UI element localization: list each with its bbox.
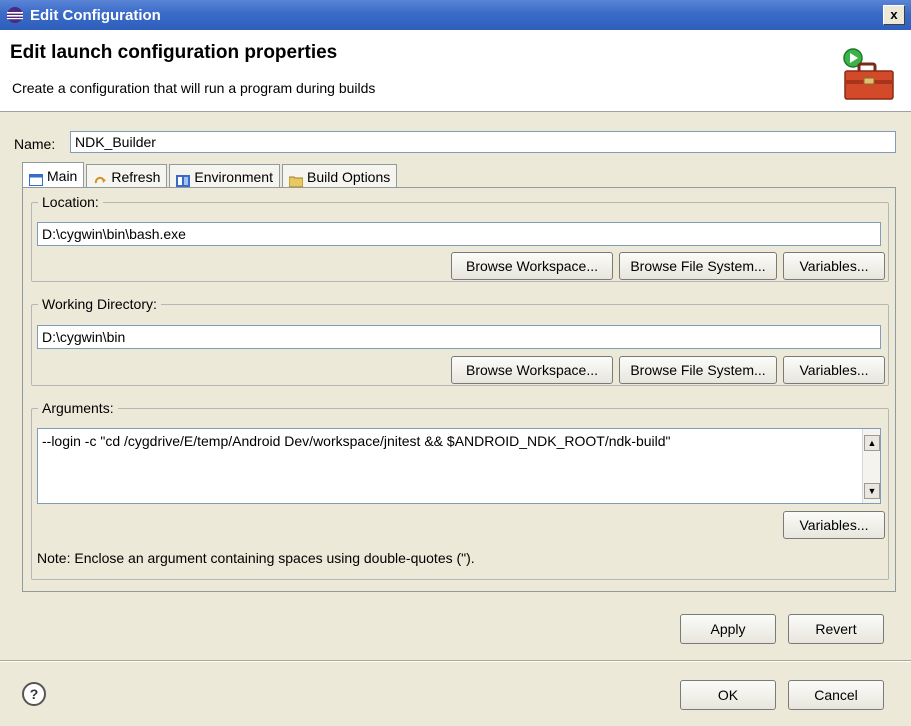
tab-environment[interactable]: Environment — [169, 164, 280, 188]
title-bar: Edit Configuration x — [0, 0, 911, 30]
arguments-legend: Arguments: — [42, 400, 114, 416]
name-label: Name: — [14, 136, 56, 152]
tab-refresh[interactable]: Refresh — [86, 164, 168, 188]
working-directory-input[interactable]: D:\cygwin\bin — [37, 325, 881, 349]
folder-icon — [288, 171, 304, 187]
tab-label: Refresh — [111, 168, 161, 185]
arguments-note: Note: Enclose an argument containing spa… — [37, 550, 475, 566]
arguments-text: --login -c "cd /cygdrive/E/temp/Android … — [42, 433, 671, 449]
browse-file-system-button[interactable]: Browse File System... — [619, 356, 777, 384]
scroll-up-icon[interactable]: ▲ — [864, 435, 880, 451]
toolbox-run-icon — [837, 44, 897, 105]
tab-main[interactable]: Main — [22, 162, 85, 188]
help-icon[interactable]: ? — [22, 682, 46, 706]
browse-file-system-button[interactable]: Browse File System... — [619, 252, 777, 280]
location-legend: Location: — [42, 194, 99, 210]
name-input[interactable]: NDK_Builder — [70, 131, 896, 153]
apply-button[interactable]: Apply — [680, 614, 776, 644]
vertical-scrollbar[interactable]: ▲ ▼ — [862, 429, 880, 503]
working-directory-legend: Working Directory: — [42, 296, 157, 312]
header-subtitle: Create a configuration that will run a p… — [12, 80, 376, 96]
variables-button[interactable]: Variables... — [783, 252, 885, 280]
close-button[interactable]: x — [883, 5, 905, 25]
arguments-textarea[interactable]: --login -c "cd /cygdrive/E/temp/Android … — [37, 428, 881, 504]
tab-label: Build Options — [306, 168, 391, 185]
environment-icon — [176, 171, 191, 187]
tab-label: Main — [47, 167, 78, 184]
tab-label: Environment — [194, 168, 273, 185]
variables-button[interactable]: Variables... — [783, 356, 885, 384]
dialog-header: Edit launch configuration properties Cre… — [0, 30, 911, 112]
footer-separator — [0, 660, 911, 662]
eclipse-icon — [6, 6, 24, 24]
revert-button[interactable]: Revert — [788, 614, 884, 644]
main-tab-panel: Location: D:\cygwin\bin\bash.exe Browse … — [22, 187, 896, 592]
tab-bar: Main Refresh Environment Build Options — [22, 162, 399, 188]
scroll-down-icon[interactable]: ▼ — [864, 483, 880, 499]
variables-button[interactable]: Variables... — [783, 511, 885, 539]
main-tab-icon — [29, 170, 43, 186]
header-title: Edit launch configuration properties — [10, 42, 338, 63]
tab-build-options[interactable]: Build Options — [281, 164, 398, 188]
browse-workspace-button[interactable]: Browse Workspace... — [451, 252, 613, 280]
location-input[interactable]: D:\cygwin\bin\bash.exe — [37, 222, 881, 246]
configuration-panel: Name: NDK_Builder Main Refresh Environme… — [14, 126, 896, 596]
refresh-icon — [93, 171, 107, 183]
browse-workspace-button[interactable]: Browse Workspace... — [451, 356, 613, 384]
ok-button[interactable]: OK — [680, 680, 776, 710]
window-title: Edit Configuration — [30, 6, 161, 24]
cancel-button[interactable]: Cancel — [788, 680, 884, 710]
